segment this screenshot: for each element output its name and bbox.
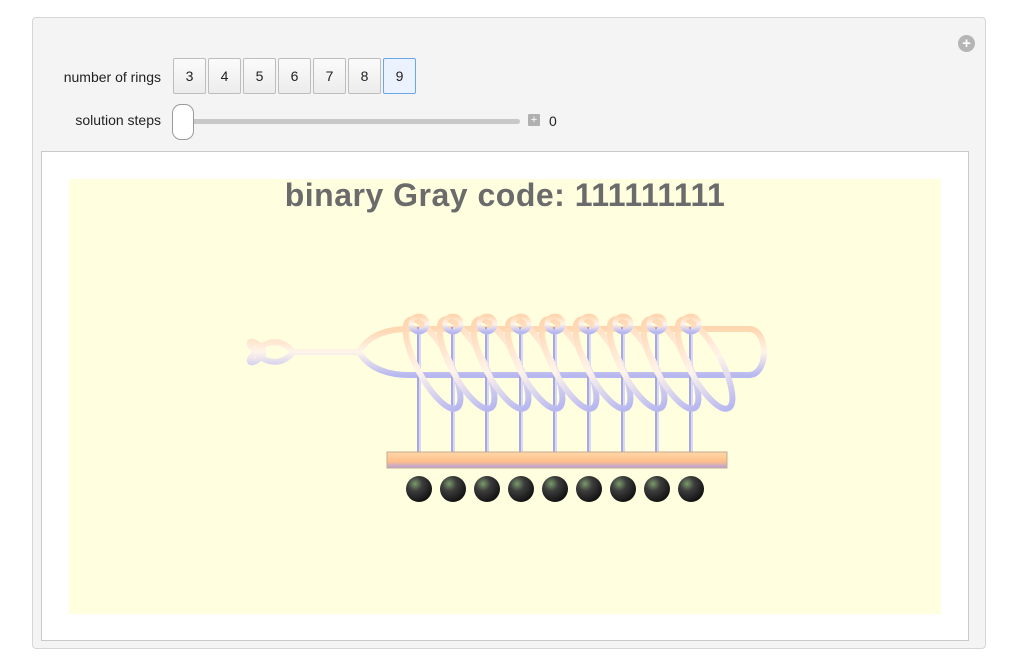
rings-label: number of rings: [63, 69, 161, 85]
manipulate-panel: + number of rings 3456789 solution steps…: [32, 17, 986, 649]
ring-count-button-8[interactable]: 8: [348, 58, 381, 94]
output-frame: binary Gray code: 111111111: [41, 151, 969, 641]
base-bar: [386, 451, 728, 469]
ball-5: [542, 476, 568, 502]
steps-slider-track[interactable]: [183, 119, 520, 124]
chinese-rings-puzzle: [246, 313, 767, 502]
ball-4: [508, 476, 534, 502]
ball-6: [576, 476, 602, 502]
steps-slider-thumb[interactable]: [172, 104, 194, 140]
ball-9: [678, 476, 704, 502]
ring-count-setter: 3456789: [173, 58, 418, 94]
ball-8: [644, 476, 670, 502]
ring-count-button-7[interactable]: 7: [313, 58, 346, 94]
puzzle-canvas: binary Gray code: 111111111: [69, 177, 941, 614]
ring-count-button-5[interactable]: 5: [243, 58, 276, 94]
ball-7: [610, 476, 636, 502]
add-icon[interactable]: +: [958, 35, 975, 52]
ball-3: [474, 476, 500, 502]
ring-count-button-4[interactable]: 4: [208, 58, 241, 94]
steps-value: 0: [549, 113, 557, 129]
expand-slider-icon[interactable]: +: [528, 114, 540, 126]
steps-label: solution steps: [75, 112, 161, 128]
ring-count-button-9[interactable]: 9: [383, 58, 416, 94]
ring-count-button-6[interactable]: 6: [278, 58, 311, 94]
ball-1: [406, 476, 432, 502]
ring-count-button-3[interactable]: 3: [173, 58, 206, 94]
ball-2: [440, 476, 466, 502]
